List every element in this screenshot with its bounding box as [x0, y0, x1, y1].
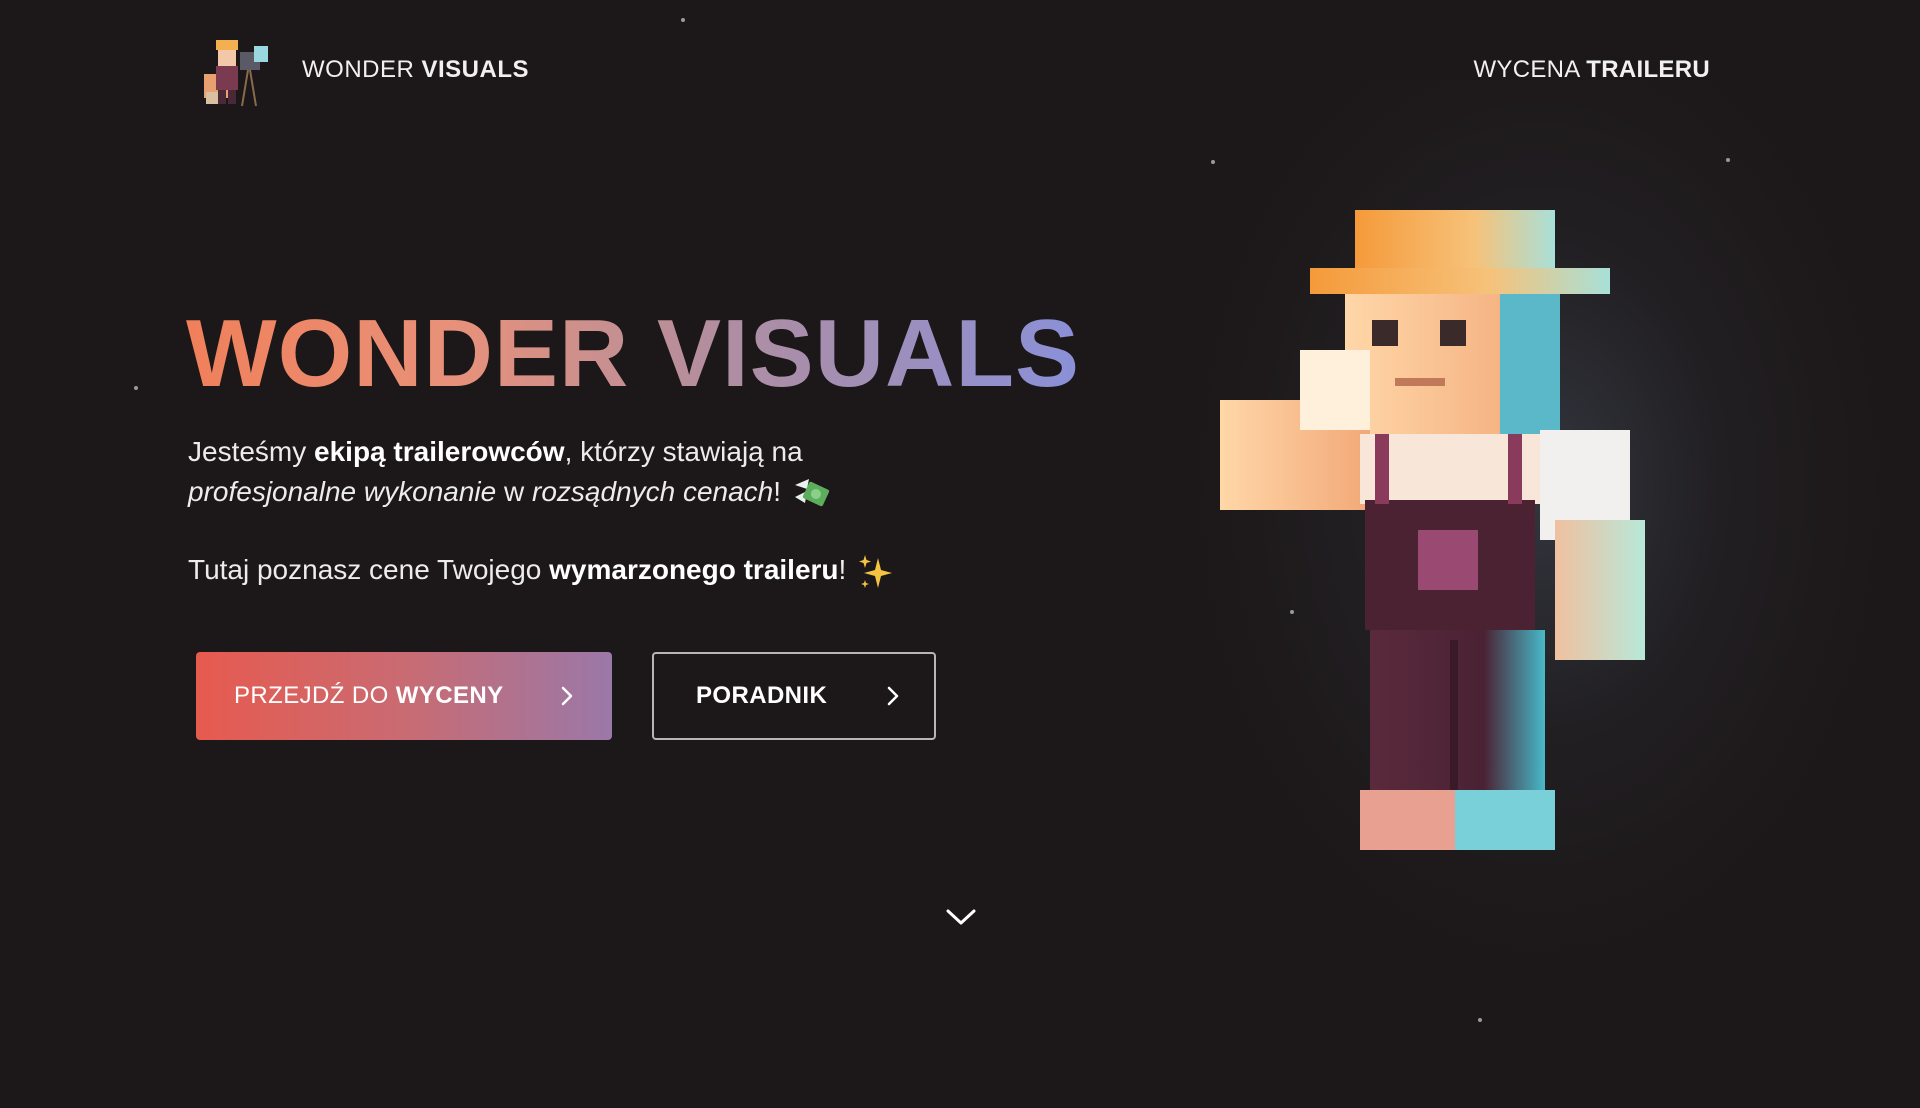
- italic-segment: rozsądnych cenach: [532, 476, 774, 507]
- nav-link-wycena-traileru[interactable]: WYCENA TRAILERU: [1473, 56, 1710, 84]
- hero-paragraph-1-line-2: profesjonalne wykonanie w rozsądnych cen…: [188, 472, 1008, 512]
- cameraman-character-icon: [204, 40, 268, 107]
- button-word-2: WYCENY: [395, 682, 504, 709]
- star-decoration: [1478, 1018, 1482, 1022]
- money-with-wings-icon: [795, 478, 830, 506]
- star-decoration: [1726, 158, 1730, 162]
- text-segment: Jesteśmy: [188, 436, 315, 467]
- text-segment: !: [773, 476, 782, 507]
- logo[interactable]: WONDER VISUALS: [196, 30, 529, 110]
- chevron-right-icon: [887, 686, 899, 706]
- star-decoration: [134, 386, 138, 390]
- text-segment: Tutaj poznasz cene Twojego: [188, 554, 550, 585]
- bold-segment: ekipą trailerowców: [314, 436, 565, 467]
- italic-segment: profesjonalne wykonanie: [188, 476, 497, 507]
- hero-paragraph-1-line-1: Jesteśmy ekipą trailerowców, którzy staw…: [188, 432, 1008, 472]
- sparkles-icon: [859, 554, 893, 588]
- chevron-right-icon: [561, 686, 573, 706]
- logo-word-2: VISUALS: [421, 56, 530, 83]
- guide-button[interactable]: PORADNIK: [652, 652, 936, 740]
- text-segment: !: [838, 554, 847, 585]
- hero-paragraph-2: Tutaj poznasz cene Twojego wymarzonego t…: [188, 550, 896, 592]
- text-segment: , którzy stawiają na: [564, 436, 803, 467]
- hero-paragraph-1: Jesteśmy ekipą trailerowców, którzy staw…: [188, 432, 1008, 512]
- nav-word-1: WYCENA: [1473, 56, 1580, 83]
- button-word-1: PRZEJDŹ DO: [234, 682, 389, 709]
- chevron-down-icon[interactable]: [944, 906, 978, 928]
- star-decoration: [681, 18, 685, 22]
- bold-segment: wymarzonego traileru: [549, 554, 839, 585]
- guide-button-label: PORADNIK: [696, 682, 828, 709]
- logo-word-1: WONDER: [302, 56, 415, 83]
- hero-title: WONDER VISUALS: [186, 300, 1081, 407]
- nav-word-2: TRAILERU: [1586, 56, 1710, 83]
- logo-text: WONDER VISUALS: [302, 56, 529, 84]
- character-illustration: [1220, 210, 1645, 850]
- star-decoration: [1211, 160, 1215, 164]
- go-to-pricing-button[interactable]: PRZEJDŹ DO WYCENY: [196, 652, 612, 740]
- text-segment: w: [496, 476, 532, 507]
